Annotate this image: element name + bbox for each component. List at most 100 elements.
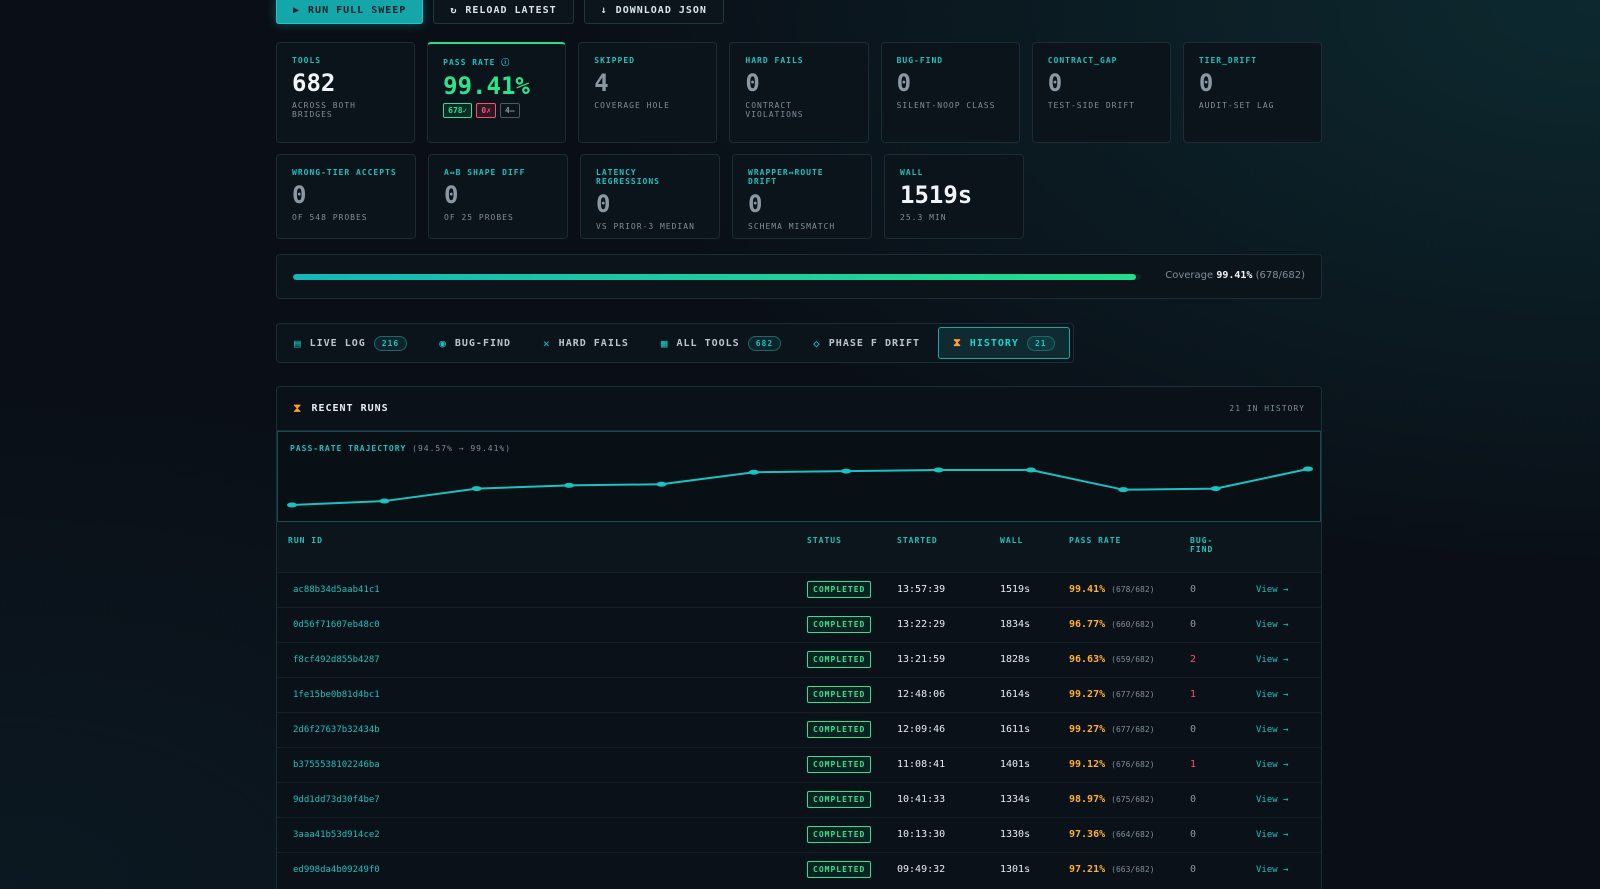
run-id[interactable]: 9dd1dd73d30f4be7 — [277, 782, 807, 817]
trajectory-point — [564, 482, 575, 488]
stat-label: TIER_DRIFT — [1198, 56, 1258, 65]
table-row[interactable]: b3755538102246ba COMPLETED 11:08:41 1401s 99… — [277, 747, 1321, 782]
coverage-detail: (678/682) — [1255, 270, 1305, 281]
run-id[interactable]: ed998da4b09249f0 — [277, 852, 807, 887]
run-full-sweep-button[interactable]: ▶ RUN FULL SWEEP — [276, 0, 424, 24]
started-time: 13:57:39 — [897, 584, 946, 595]
tab-history[interactable]: ⧗ HISTORY 21 — [938, 327, 1070, 359]
view-link[interactable]: View → — [1256, 747, 1321, 782]
trajectory-chart: PASS-RATE TRAJECTORY (94.57% → 99.41%) — [277, 431, 1321, 522]
stat-sub: OF 548 PROBES — [292, 213, 368, 222]
run-id[interactable]: 0d56f71607eb48c0 — [277, 607, 807, 642]
run-id[interactable]: b3755538102246ba — [277, 747, 807, 782]
tab-bug-find[interactable]: ◉ BUG-FIND — [425, 327, 525, 359]
view-link[interactable]: View → — [1256, 642, 1321, 677]
status-cell: COMPLETED — [807, 607, 897, 642]
tab-bar: ▤ LIVE LOG 216 ◉ BUG-FIND ✕ HARD FAILS ▦ ALL TOO… — [276, 323, 1074, 363]
play-icon: ▶ — [293, 4, 301, 16]
pass-fraction: (659/682) — [1111, 655, 1155, 664]
table-row[interactable]: 1fe15be0b81d4bc1 COMPLETED 12:48:06 1614s 99… — [277, 677, 1321, 712]
toolbar: ▶ RUN FULL SWEEP ↻ RELOAD LATEST ↓ DOWNL… — [276, 0, 724, 24]
stat-card: A↔B SHAPE DIFF 0 OF 25 PROBES — [428, 154, 568, 239]
stat-card: SKIPPED 4 COVERAGE HOLE — [578, 42, 718, 143]
view-link[interactable]: View → — [1256, 852, 1321, 887]
table-row[interactable]: 3aaa41b53d914ce2 COMPLETED 10:13:30 1330s 97… — [277, 817, 1321, 852]
pass-rate-cell: 96.77% (660/682) — [1069, 607, 1190, 642]
stat-value: 0 — [1047, 69, 1063, 97]
table-row[interactable]: ed998da4b09249f0 COMPLETED 09:49:32 1301s 97… — [277, 852, 1321, 887]
coverage-label: Coverage — [1165, 270, 1214, 281]
pass-rate: 97.21% — [1069, 864, 1106, 876]
view-link[interactable]: View → — [1256, 782, 1321, 817]
list-icon: ▤ — [294, 336, 302, 350]
run-id[interactable]: 2d6f27637b32434b — [277, 712, 807, 747]
table-row[interactable]: ac88b34d5aab41c1 COMPLETED 13:57:39 1519s 99… — [277, 572, 1321, 607]
stat-value: 682 — [292, 69, 336, 97]
trajectory-point — [933, 467, 944, 473]
view-link[interactable]: View → — [1256, 607, 1321, 642]
download-json-button[interactable]: ↓ DOWNLOAD JSON — [583, 0, 724, 24]
run-id[interactable]: ac88b34d5aab41c1 — [277, 572, 807, 607]
bug-find-count: 0 — [1190, 829, 1197, 840]
hourglass-icon: ⧗ — [953, 336, 962, 349]
view-link[interactable]: View → — [1256, 712, 1321, 747]
count-badge: 4– — [500, 103, 520, 118]
run-id[interactable]: 1fe15be0b81d4bc1 — [277, 677, 807, 712]
status-cell: COMPLETED — [807, 712, 897, 747]
pass-fraction: (663/682) — [1111, 865, 1155, 875]
bug-find-count: 0 — [1190, 794, 1197, 805]
stat-card: BUG-FIND 0 SILENT-NOOP CLASS — [880, 42, 1020, 143]
table-row[interactable]: f8cf492d855b4287 COMPLETED 13:21:59 1828s 96… — [277, 642, 1321, 677]
pass-rate-cell: 99.27% (677/682) — [1069, 677, 1190, 712]
reload-latest-button[interactable]: ↻ RELOAD LATEST — [433, 0, 574, 24]
view-link[interactable]: View → — [1256, 817, 1321, 852]
stat-card: TOOLS 682 ACROSS BOTH BRIDGES — [276, 42, 416, 143]
view-link[interactable]: View → — [1256, 572, 1321, 607]
stat-card: LATENCY REGRESSIONS 0 VS PRIOR-3 MEDIAN — [580, 154, 720, 239]
tab-count: 21 — [1026, 335, 1055, 351]
run-id[interactable]: 3aaa41b53d914ce2 — [277, 817, 807, 852]
stat-value: 99.41% — [443, 72, 530, 100]
wall-time: 1828s — [1000, 654, 1031, 665]
pass-fraction: (660/682) — [1111, 620, 1155, 629]
bug-find-count: 1 — [1190, 689, 1197, 700]
table-row[interactable]: 0d56f71607eb48c0 COMPLETED 13:22:29 1834s 96… — [277, 607, 1321, 642]
stat-label: WALL — [900, 168, 924, 177]
stat-label: A↔B SHAPE DIFF — [444, 168, 526, 177]
tab-count: 682 — [747, 335, 782, 351]
tab-all-tools[interactable]: ▦ ALL TOOLS 682 — [647, 327, 795, 359]
column-header: PASS RATE — [1069, 536, 1122, 545]
status-badge: COMPLETED — [807, 826, 872, 843]
tab-hard-fails[interactable]: ✕ HARD FAILS — [529, 327, 643, 359]
stat-sub: TEST-SIDE DRIFT — [1047, 101, 1135, 110]
wall-time: 1519s — [1000, 584, 1031, 595]
view-link[interactable]: View → — [1256, 677, 1321, 712]
reload-icon: ↻ — [450, 4, 458, 16]
started-time: 12:09:46 — [897, 724, 946, 735]
table-row[interactable]: 9dd1dd73d30f4be7 COMPLETED 10:41:33 1334s 98… — [277, 782, 1321, 817]
status-cell: COMPLETED — [807, 852, 897, 887]
bug-find-count: 0 — [1190, 864, 1197, 876]
pass-fraction: (664/682) — [1111, 830, 1155, 839]
tab-phase-f-drift[interactable]: ◇ PHASE F DRIFT — [799, 327, 934, 359]
tab-label: HARD FAILS — [558, 337, 629, 349]
pass-rate-cell: 99.41% (678/682) — [1069, 572, 1190, 607]
started-time: 13:21:59 — [897, 654, 946, 665]
pass-fraction: (676/682) — [1111, 760, 1155, 769]
tab-label: HISTORY — [969, 337, 1019, 349]
tab-live-log[interactable]: ▤ LIVE LOG 216 — [280, 327, 421, 359]
status-cell: COMPLETED — [807, 747, 897, 782]
column-header: BUG-FIND — [1190, 536, 1214, 554]
stat-value: 0 — [748, 190, 763, 218]
trajectory-point — [287, 502, 297, 508]
stat-sub: VS PRIOR-3 MEDIAN — [596, 222, 695, 231]
count-badge: 678✓ — [443, 103, 473, 118]
trajectory-point — [656, 481, 667, 487]
status-cell: COMPLETED — [807, 782, 897, 817]
trajectory-point — [471, 486, 482, 492]
stat-value: 1519s — [900, 181, 973, 209]
table-row[interactable]: 2d6f27637b32434b COMPLETED 12:09:46 1611s 99… — [277, 712, 1321, 747]
wall-time: 1614s — [1000, 689, 1031, 700]
stat-card: PASS RATE ⓘ 99.41% 678✓ 0✗ 4– — [427, 42, 567, 143]
run-id[interactable]: f8cf492d855b4287 — [277, 642, 807, 677]
